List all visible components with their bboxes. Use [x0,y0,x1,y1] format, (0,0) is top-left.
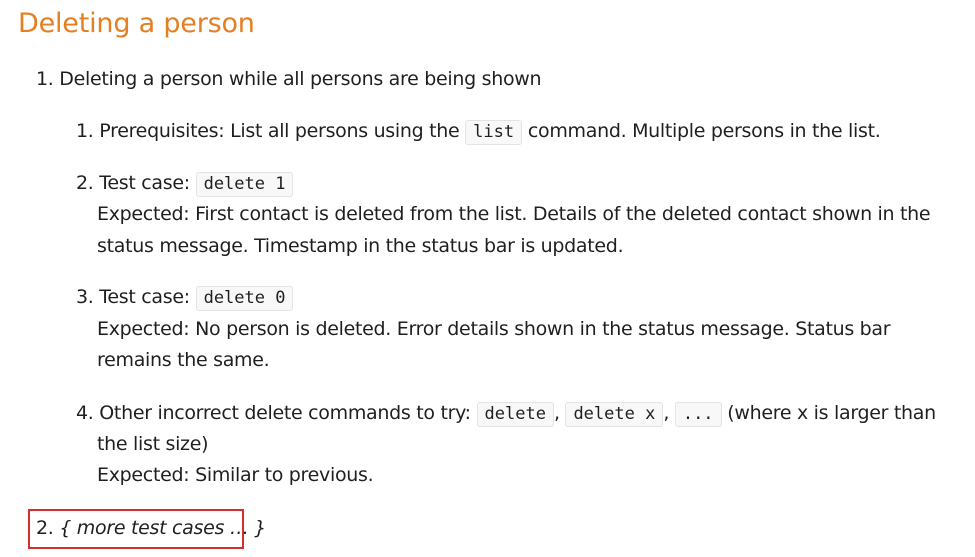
list-number: 2. [76,172,94,194]
list-item-text: (where x is larger than [727,402,936,424]
code-snippet: delete 1 [195,172,294,197]
expected-text: Expected: No person is deleted. Error de… [97,318,891,340]
test-case-label: Test case: [99,172,190,194]
list-number: 4. [76,402,94,424]
code-snippet: list [465,120,523,145]
code-snippet: delete 0 [195,286,294,311]
outer-list-item-1: 1. Deleting a person while all persons a… [36,64,542,95]
separator: , [553,402,560,424]
code-snippet: delete x [565,402,664,427]
inner-list-item-1: 1. Prerequisites: List all persons using… [76,116,881,148]
expected-text: remains the same. [97,349,270,371]
code-snippet: ... [674,402,722,427]
list-item-text: the list size) [97,433,209,455]
list-item-text: Deleting a person while all persons are … [59,68,542,90]
outer-list-item-2: 2. { more test cases … } [36,513,266,544]
section-heading: Deleting a person [18,8,255,39]
inner-list-item-4: 4. Other incorrect delete commands to tr… [76,398,936,430]
expected-text: Expected: First contact is deleted from … [97,203,931,225]
expected-text: status message. Timestamp in the status … [97,235,624,257]
list-item-text: Other incorrect delete commands to try: [99,402,471,424]
inner-list-item-3: 3. Test case: delete 0 [76,282,294,314]
separator: , [663,402,670,424]
inner-list-item-2: 2. Test case: delete 1 [76,168,294,200]
list-number: 3. [76,286,94,308]
test-case-label: Test case: [99,286,190,308]
list-number: 2. [36,517,54,539]
list-number: 1. [36,68,54,90]
list-item-text: command. Multiple persons in the list. [527,120,881,142]
list-number: 1. [76,120,94,142]
list-item-text: Prerequisites: List all persons using th… [99,120,460,142]
more-test-cases-text: { more test cases … } [59,517,267,539]
expected-text: Expected: Similar to previous. [97,464,374,486]
code-snippet: delete [476,402,554,427]
